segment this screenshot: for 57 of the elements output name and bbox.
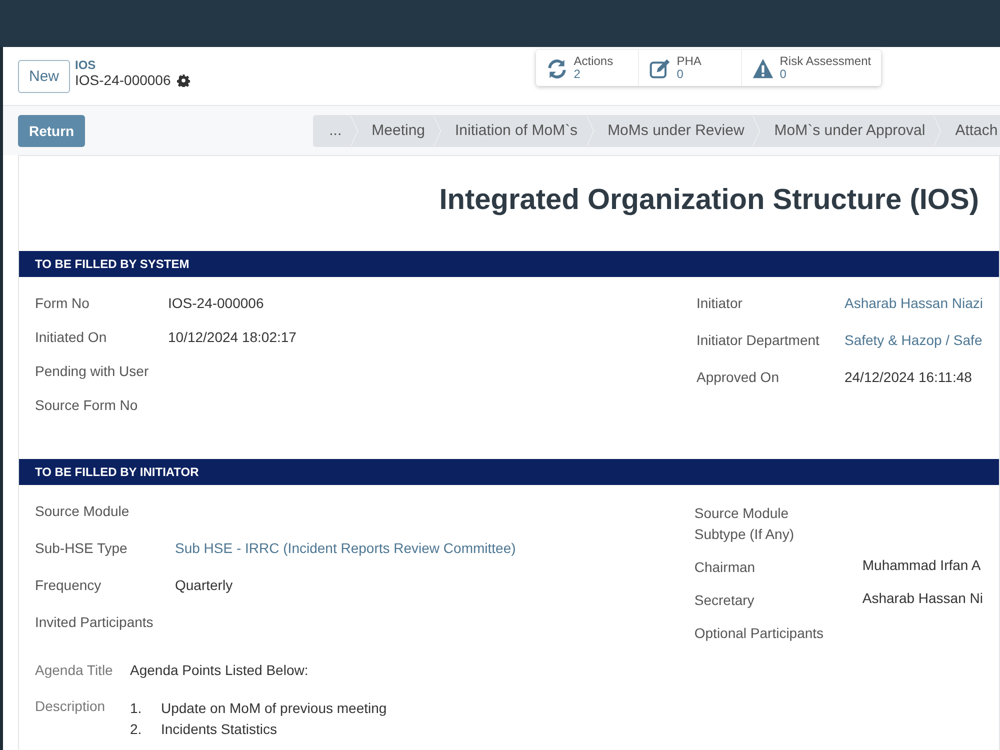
stat-label: PHA xyxy=(676,55,702,68)
stat-count: 0 xyxy=(676,68,684,81)
new-button[interactable]: New xyxy=(18,60,70,92)
warning-icon xyxy=(752,58,774,80)
form-title: Integrated Organization Structure (IOS) xyxy=(438,184,979,217)
field-label: Approved On xyxy=(696,369,780,385)
field-value: Agenda Points Listed Below: xyxy=(130,662,308,678)
field-value: Asharab Hassan Ni xyxy=(862,590,983,606)
field-label: Initiated On xyxy=(35,329,108,345)
field-label: Source Module xyxy=(35,503,130,519)
workflow-step[interactable]: Attach xyxy=(939,114,1000,146)
field-label: Agenda Title xyxy=(35,662,114,678)
section-header: TO BE FILLED BY SYSTEM xyxy=(19,251,999,277)
stat-count: 2 xyxy=(574,68,582,81)
list-item: Update on MoM of previous meeting xyxy=(161,699,387,718)
field-value: IOS-24-000006 xyxy=(168,295,264,311)
field-link[interactable]: Asharab Hassan Niazi xyxy=(844,295,983,311)
section-header: TO BE FILLED BY INITIATOR xyxy=(19,459,999,485)
field-label: Sub-HSE Type xyxy=(35,540,128,556)
field-label: Initiator Department xyxy=(696,332,820,348)
field-label: Chairman xyxy=(694,558,756,577)
field-label: Invited Participants xyxy=(35,614,154,630)
module-name: IOS xyxy=(75,58,97,72)
stat-label: Risk Assessment xyxy=(780,55,872,68)
list-number: 1. xyxy=(130,699,143,718)
field-label: Frequency xyxy=(35,577,102,593)
field-label: Secretary xyxy=(694,591,756,610)
workflow-step[interactable]: Initiation of MoM`s xyxy=(439,114,592,146)
workflow-step[interactable]: Meeting xyxy=(356,114,440,146)
refresh-icon xyxy=(546,58,568,80)
edit-icon xyxy=(648,58,671,80)
field-label: Pending with User xyxy=(35,363,150,379)
field-label: Description xyxy=(35,698,106,716)
stat-tile[interactable]: Actions 2 xyxy=(536,50,639,86)
workflow-step[interactable]: MoM`s under Approval xyxy=(758,114,940,146)
field-label: Optional Participants xyxy=(694,624,825,643)
field-value: 10/12/2024 18:02:17 xyxy=(168,329,296,345)
field-link[interactable]: Safety & Hazop / Safe xyxy=(844,332,982,348)
stat-tile[interactable]: PHA 0 xyxy=(638,50,742,86)
return-button[interactable]: Return xyxy=(18,114,86,146)
workflow-step[interactable]: ... xyxy=(313,114,356,146)
field-label: Initiator xyxy=(696,295,744,311)
field-value: Quarterly xyxy=(175,577,233,593)
record-number: IOS-24-000006 xyxy=(75,72,171,88)
settings-icon[interactable] xyxy=(176,74,190,86)
stat-tile[interactable]: Risk Assessment 0 xyxy=(742,50,882,86)
field-label: Source Module Subtype (If Any) xyxy=(694,504,795,544)
list-item: Incidents Statistics xyxy=(161,720,277,739)
field-link[interactable]: Sub HSE - IRRC (Incident Reports Review Committee) xyxy=(175,540,516,556)
list-number: 2. xyxy=(130,720,143,739)
stat-count: 0 xyxy=(780,68,788,81)
field-value: Muhammad Irfan A xyxy=(862,557,981,573)
workflow-step[interactable]: MoMs under Review xyxy=(592,114,758,146)
field-value: 24/12/2024 16:11:48 xyxy=(844,369,972,385)
field-label: Form No xyxy=(35,295,90,311)
field-label: Source Form No xyxy=(35,397,139,413)
stat-label: Actions xyxy=(574,55,614,68)
